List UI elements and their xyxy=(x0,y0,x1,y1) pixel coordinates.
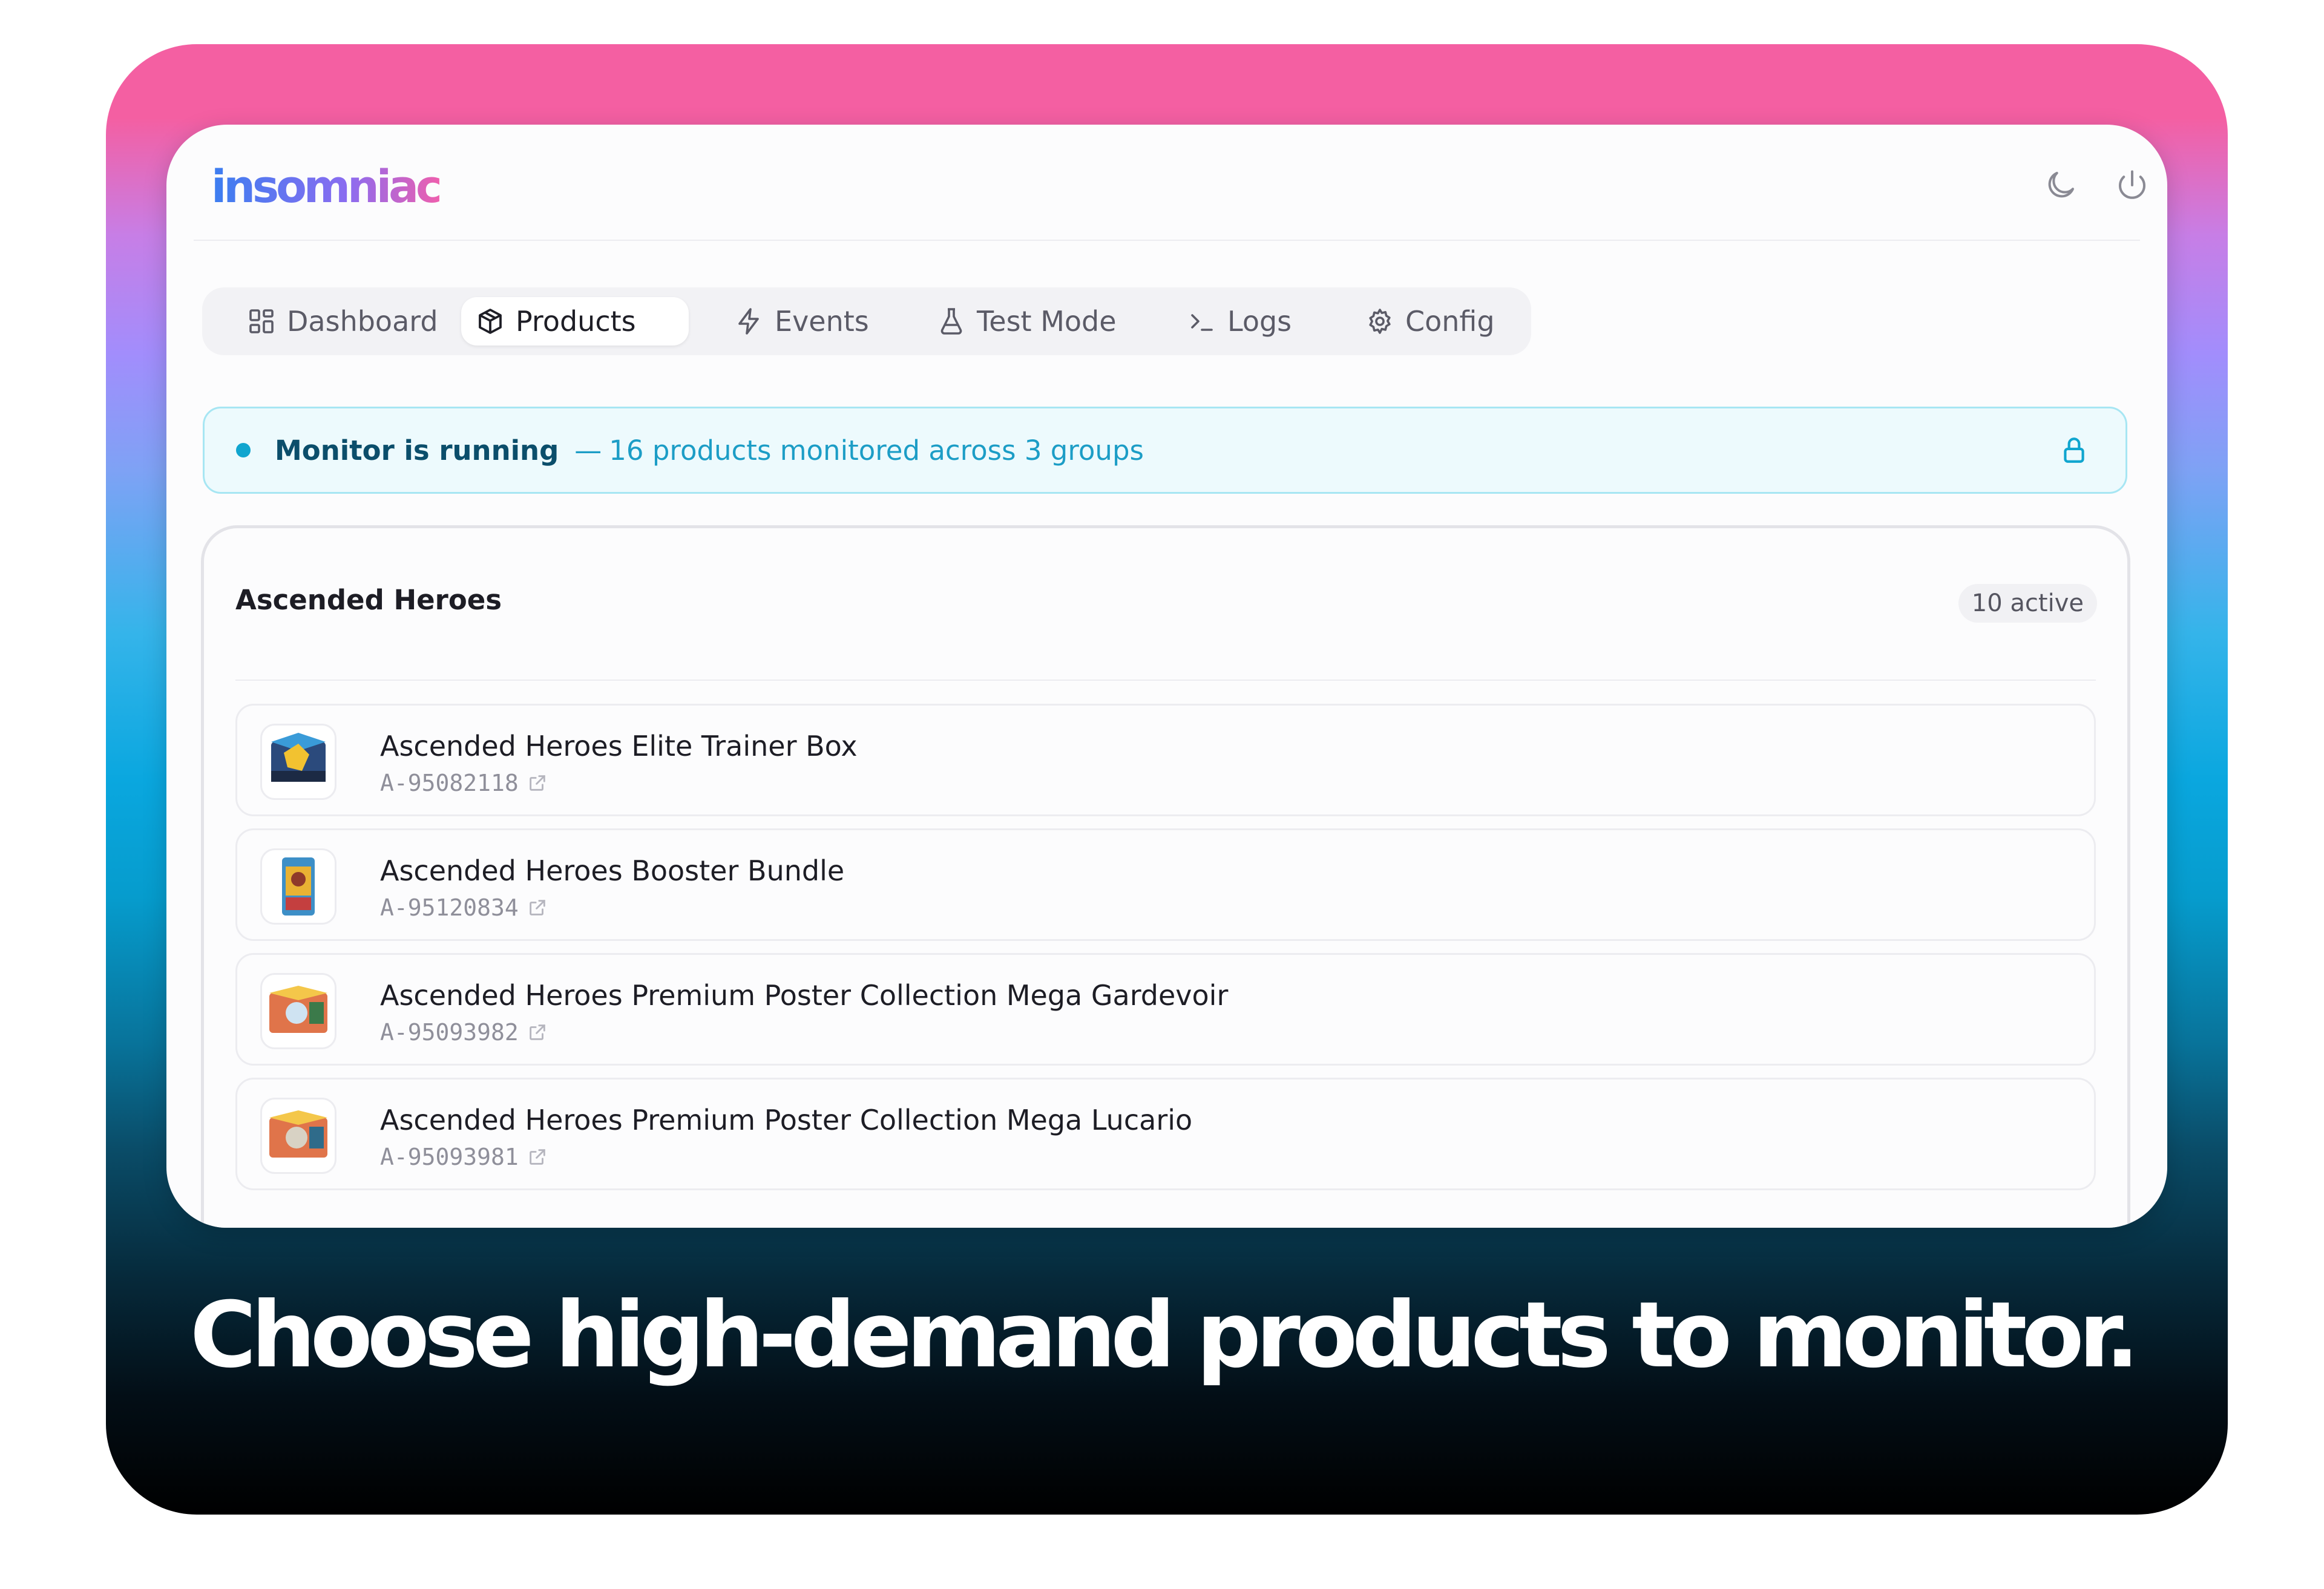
tab-logs[interactable]: Logs xyxy=(1173,297,1306,346)
status-banner: Monitor is running — 16 products monitor… xyxy=(203,407,2127,494)
product-sku-link[interactable]: A-95120834 xyxy=(380,894,548,921)
product-thumbnail xyxy=(260,848,336,925)
lightning-icon xyxy=(738,308,759,335)
product-name: Ascended Heroes Elite Trainer Box xyxy=(380,730,858,762)
external-link-icon xyxy=(530,900,545,916)
product-thumbnail xyxy=(260,973,336,1049)
external-link-icon xyxy=(530,1024,545,1040)
tab-label: Dashboard xyxy=(287,305,438,338)
product-row[interactable]: Ascended Heroes Premium Poster Collectio… xyxy=(235,1078,2096,1190)
promo-caption: Choose high-demand products to monitor. xyxy=(189,1283,2139,1388)
header-divider xyxy=(194,240,2140,241)
external-link-icon xyxy=(530,1149,545,1165)
product-thumbnail xyxy=(260,724,336,800)
moon-icon[interactable] xyxy=(2043,167,2079,203)
product-sku: A-95093982 xyxy=(380,1019,519,1046)
product-row[interactable]: Ascended Heroes Elite Trainer Box A-9508… xyxy=(235,704,2096,816)
box-icon xyxy=(479,309,502,334)
product-sku: A-95093981 xyxy=(380,1144,519,1170)
tab-config[interactable]: Config xyxy=(1351,297,1509,346)
product-name: Ascended Heroes Premium Poster Collectio… xyxy=(380,1104,1193,1136)
tab-label: Test Mode xyxy=(977,305,1117,338)
product-row[interactable]: Ascended Heroes Premium Poster Collectio… xyxy=(235,953,2096,1066)
product-name: Ascended Heroes Premium Poster Collectio… xyxy=(380,979,1229,1012)
product-group: Ascended Heroes 10 active Ascended Heroe… xyxy=(201,525,2130,1228)
product-sku: A-95120834 xyxy=(380,894,519,921)
product-sku-link[interactable]: A-95093982 xyxy=(380,1019,548,1046)
app-logo: insomniac xyxy=(211,161,442,213)
group-divider xyxy=(235,680,2096,681)
app-window: insomniac Dashboard Products Events Test… xyxy=(166,125,2167,1228)
lock-icon[interactable] xyxy=(2059,435,2089,465)
dashboard-icon xyxy=(249,309,274,333)
group-title: Ascended Heroes xyxy=(235,584,502,616)
tab-test-mode[interactable]: Test Mode xyxy=(922,297,1131,346)
tab-label: Products xyxy=(516,305,636,338)
product-sku-link[interactable]: A-95082118 xyxy=(380,770,548,796)
product-sku: A-95082118 xyxy=(380,770,519,796)
external-link-icon xyxy=(530,775,545,791)
tab-products[interactable]: Products xyxy=(461,297,689,346)
status-title: Monitor is running xyxy=(275,434,559,467)
tab-events[interactable]: Events xyxy=(720,297,884,346)
product-row[interactable]: Ascended Heroes Booster Bundle A-9512083… xyxy=(235,828,2096,941)
status-dot xyxy=(236,443,251,457)
power-icon[interactable] xyxy=(2114,167,2150,203)
tab-label: Config xyxy=(1405,305,1495,338)
tab-dashboard[interactable]: Dashboard xyxy=(232,297,453,346)
terminal-icon xyxy=(1191,314,1213,331)
tab-label: Events xyxy=(775,305,869,338)
gear-icon xyxy=(1369,309,1391,334)
product-sku-link[interactable]: A-95093981 xyxy=(380,1144,548,1170)
status-separator: — xyxy=(574,434,602,467)
product-name: Ascended Heroes Booster Bundle xyxy=(380,854,845,887)
active-count-badge: 10 active xyxy=(1958,584,2097,623)
product-thumbnail xyxy=(260,1098,336,1174)
nav-tabs: Dashboard Products Events Test Mode Logs… xyxy=(202,287,1531,355)
tab-label: Logs xyxy=(1227,305,1292,338)
flask-icon xyxy=(940,308,962,335)
status-detail: 16 products monitored across 3 groups xyxy=(609,434,1144,467)
